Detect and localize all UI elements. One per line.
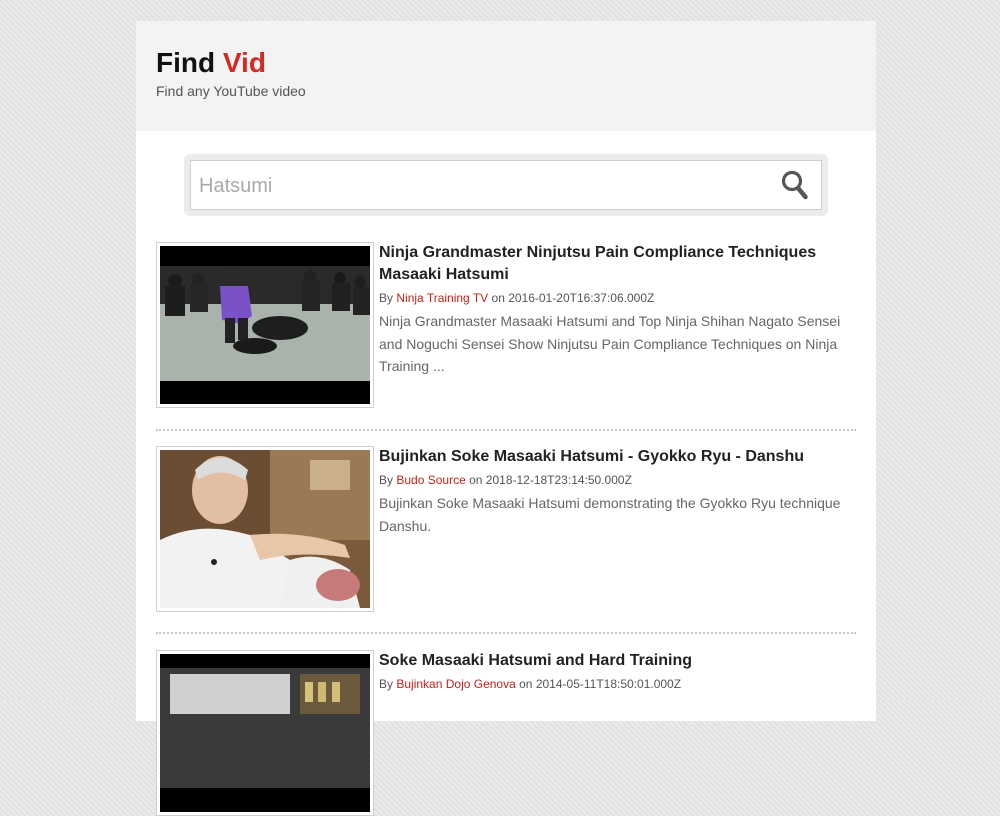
site-header: Find Vid Find any YouTube video <box>136 21 876 131</box>
channel-link[interactable]: Bujinkan Dojo Genova <box>396 677 515 691</box>
list-item: Bujinkan Soke Masaaki Hatsumi - Gyokko R… <box>156 446 856 616</box>
video-info: Soke Masaaki Hatsumi and Hard Training B… <box>379 650 856 696</box>
on-label: on <box>519 677 533 691</box>
thumbnail-image-training <box>160 654 370 812</box>
search-bar <box>184 154 828 216</box>
brand-main: Find <box>156 47 216 78</box>
by-label: By <box>379 677 394 691</box>
channel-link[interactable]: Ninja Training TV <box>396 291 488 305</box>
video-title[interactable]: Bujinkan Soke Masaaki Hatsumi - Gyokko R… <box>379 446 856 468</box>
video-thumbnail[interactable] <box>156 650 374 816</box>
site-logo[interactable]: Find Vid <box>156 21 856 78</box>
site-tagline: Find any YouTube video <box>156 83 306 99</box>
publish-date: 2018-12-18T23:14:50.000Z <box>485 473 632 487</box>
video-meta: By Budo Source on 2018-12-18T23:14:50.00… <box>379 472 856 488</box>
by-label: By <box>379 291 394 305</box>
video-meta: By Bujinkan Dojo Genova on 2014-05-11T18… <box>379 676 856 692</box>
video-info: Bujinkan Soke Masaaki Hatsumi - Gyokko R… <box>379 446 856 537</box>
search-icon[interactable] <box>781 170 809 202</box>
channel-link[interactable]: Budo Source <box>396 473 465 487</box>
video-description: Bujinkan Soke Masaaki Hatsumi demonstrat… <box>379 495 841 534</box>
search-input[interactable] <box>197 161 771 211</box>
on-label: on <box>469 473 483 487</box>
publish-date: 2016-01-20T16:37:06.000Z <box>508 291 655 305</box>
publish-date: 2014-05-11T18:50:01.000Z <box>535 677 682 691</box>
video-thumbnail[interactable] <box>156 242 374 408</box>
video-description: Ninja Grandmaster Masaaki Hatsumi and To… <box>379 313 841 374</box>
on-label: on <box>491 291 505 305</box>
list-item: Soke Masaaki Hatsumi and Hard Training B… <box>156 650 856 816</box>
list-item: Ninja Grandmaster Ninjutsu Pain Complian… <box>156 242 856 412</box>
video-info: Ninja Grandmaster Ninjutsu Pain Complian… <box>379 242 856 378</box>
brand-accent: Vid <box>222 47 266 78</box>
divider <box>156 429 856 431</box>
by-label: By <box>379 473 394 487</box>
search-box <box>190 160 822 211</box>
video-title[interactable]: Soke Masaaki Hatsumi and Hard Training <box>379 650 856 672</box>
video-meta: By Ninja Training TV on 2016-01-20T16:37… <box>379 290 856 306</box>
thumbnail-image-dojo <box>160 246 370 404</box>
divider <box>156 632 856 634</box>
thumbnail-image-demonstration <box>160 450 370 608</box>
video-title[interactable]: Ninja Grandmaster Ninjutsu Pain Complian… <box>379 242 856 286</box>
video-thumbnail[interactable] <box>156 446 374 612</box>
